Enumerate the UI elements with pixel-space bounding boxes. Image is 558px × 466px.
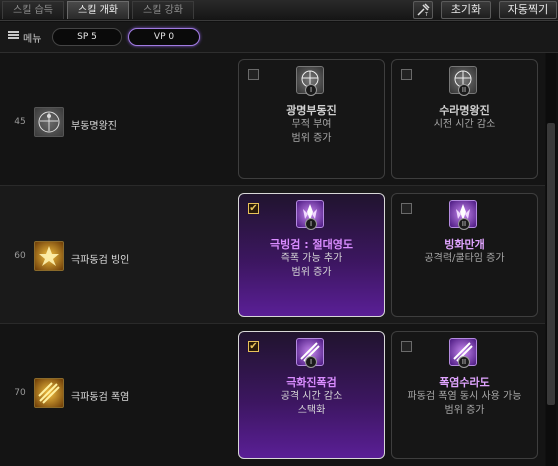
bloom-name: 극빙검 : 절대영도 [270,238,353,251]
bloom-card[interactable]: I 광명부동진 무적 부여 범위 증가 [238,59,385,179]
skill-level: 60 [14,251,26,261]
vitruvian-icon[interactable] [34,107,64,137]
skill-name: 극파동검 빙인 [71,255,130,266]
skill-row: 70 극파동검 폭염 ✔ I 극화진폭검 공격 시간 감소 스택화 II 폭염수… [0,324,545,466]
bloom-checkbox[interactable] [401,341,412,352]
bloom-desc-line: 파동검 폭염 동시 사용 가능 [407,391,522,402]
tier-badge: II [458,356,470,368]
bloom-desc: 시전 시간 감소 [392,118,537,132]
vitruvian-icon: I [296,66,324,96]
bloom-card[interactable]: ✔ I 극빙검 : 절대영도 즉폭 가능 추가 범위 증가 [238,193,385,317]
bloom-name: 수라명왕진 [439,104,490,117]
bloom-checkbox[interactable] [401,69,412,80]
bloom-checkbox[interactable]: ✔ [248,203,259,214]
skill-level: 70 [14,388,26,398]
tier-badge: I [305,356,317,368]
blade-slash-icon: I [296,338,324,368]
ice-blade-icon[interactable] [34,241,64,271]
bloom-card[interactable]: ✔ I 극화진폭검 공격 시간 감소 스택화 [238,331,385,459]
auto-assign-button[interactable]: 자동찍기 [499,1,557,19]
tier-badge: I [305,84,317,96]
skill-name: 극파동검 폭염 [71,392,130,403]
skill-row: 45 부동명왕진 I 광명부동진 무적 부여 범위 증가 II 수라명왕진 시전… [0,53,545,186]
bloom-desc-line: 공격 시간 감소 [280,391,343,402]
bloom-desc-line: 무적 부여 [291,119,332,130]
bloom-desc-line: 시전 시간 감소 [433,119,496,130]
bloom-checkbox[interactable] [401,203,412,214]
bloom-name: 폭염수라도 [439,376,490,389]
scrollbar-thumb[interactable] [547,123,555,405]
sp-counter: SP 5 [52,28,122,46]
bloom-name: 빙화만개 [444,238,485,251]
skill-name: 부동명왕진 [71,121,117,132]
bloom-name: 극화진폭검 [286,376,337,389]
ice-crystal-icon: I [296,200,324,230]
tier-badge: II [458,218,470,230]
reset-button[interactable]: 초기화 [441,1,491,19]
skill-row: 60 극파동검 빙인 ✔ I 극빙검 : 절대영도 즉폭 가능 추가 범위 증가… [0,186,545,324]
top-tab-bar: 스킬 습득 스킬 개화 스킬 강화 T 초기화 자동찍기 [0,0,558,21]
bloom-desc: 파동검 폭염 동시 사용 가능 범위 증가 [392,390,537,418]
flame-blade-icon[interactable] [34,378,64,408]
bloom-desc-line: 스택화 [297,405,326,416]
bloom-desc-line: 범위 증가 [291,267,332,278]
tab-skill-bloom[interactable]: 스킬 개화 [67,1,129,19]
bloom-desc: 공격력/쿨타임 증가 [392,252,537,266]
hamburger-icon[interactable] [8,31,19,40]
bloom-card[interactable]: II 빙화만개 공격력/쿨타임 증가 [391,193,538,317]
menu-label[interactable]: 메뉴 [23,30,41,45]
vitruvian-icon: II [449,66,477,96]
bloom-desc-line: 공격력/쿨타임 증가 [424,253,505,264]
bloom-desc: 공격 시간 감소 스택화 [239,390,384,418]
tool-icon: T [417,3,430,18]
bloom-card[interactable]: II 폭염수라도 파동검 폭염 동시 사용 가능 범위 증가 [391,331,538,459]
tier-badge: I [305,218,317,230]
skill-bloom-list: 45 부동명왕진 I 광명부동진 무적 부여 범위 증가 II 수라명왕진 시전… [0,53,545,466]
tool-button[interactable]: T [413,1,433,19]
menu-bar: 메뉴 SP 5 VP 0 [0,22,558,53]
tab-skill-enhance[interactable]: 스킬 강화 [132,1,194,19]
scrollbar[interactable] [546,53,556,466]
bloom-card[interactable]: II 수라명왕진 시전 시간 감소 [391,59,538,179]
ice-crystal-icon: II [449,200,477,230]
bloom-name: 광명부동진 [286,104,337,117]
svg-text:T: T [424,12,429,17]
bloom-desc: 즉폭 가능 추가 범위 증가 [239,252,384,280]
tier-badge: II [458,84,470,96]
tab-skill-learn[interactable]: 스킬 습득 [2,1,64,19]
bloom-desc-line: 범위 증가 [444,405,485,416]
skill-level: 45 [14,117,26,127]
blade-slash-icon: II [449,338,477,368]
bloom-desc-line: 즉폭 가능 추가 [280,253,343,264]
bloom-desc-line: 범위 증가 [291,133,332,144]
bloom-checkbox[interactable]: ✔ [248,341,259,352]
bloom-desc: 무적 부여 범위 증가 [239,118,384,146]
bloom-checkbox[interactable] [248,69,259,80]
vp-counter: VP 0 [128,28,200,46]
